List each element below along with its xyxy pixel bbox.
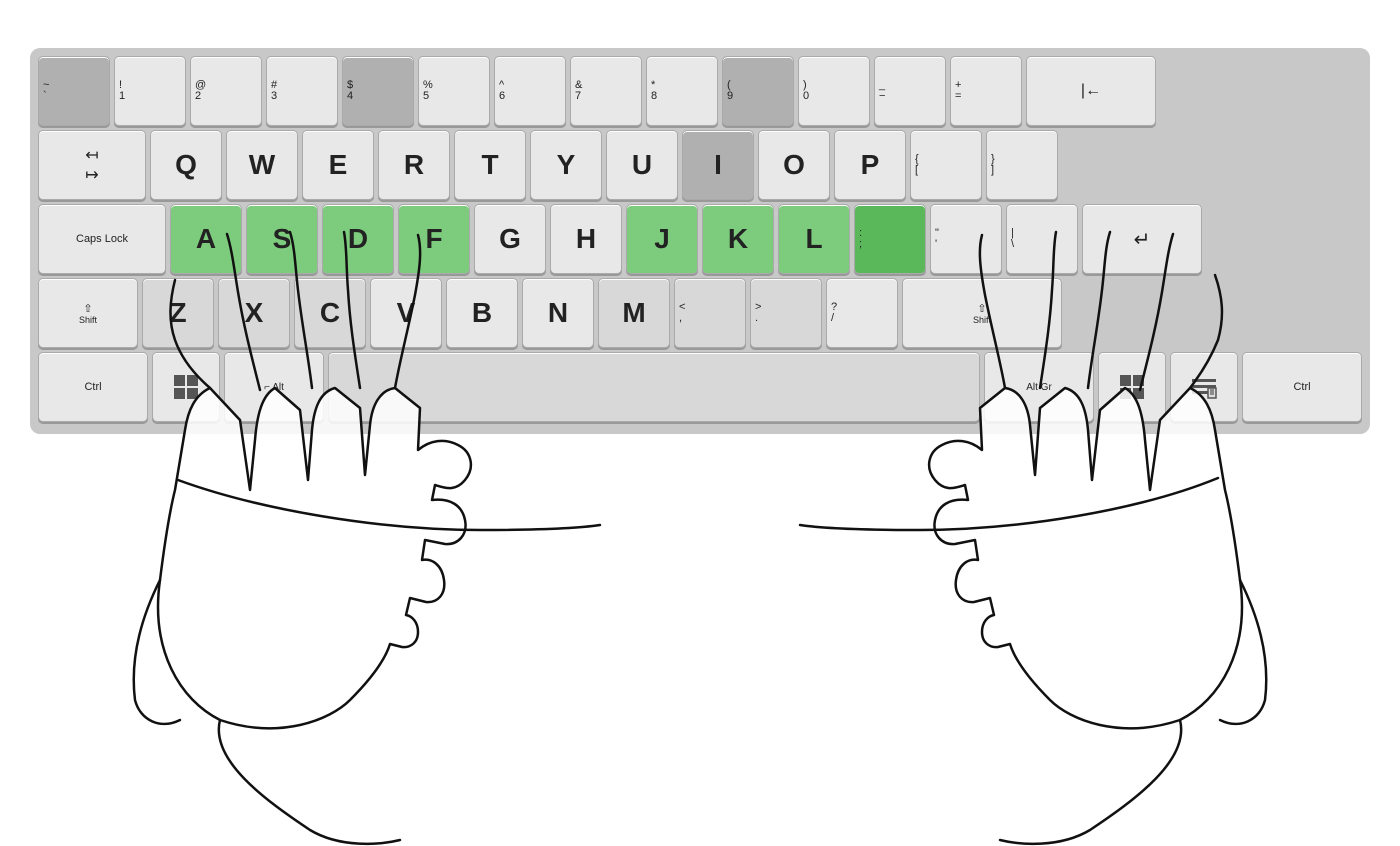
key-e[interactable]: E	[302, 130, 374, 200]
key-lbracket[interactable]: {[	[910, 130, 982, 200]
key-g[interactable]: G	[474, 204, 546, 274]
key-f[interactable]: F	[398, 204, 470, 274]
key-backslash[interactable]: |\	[1006, 204, 1078, 274]
ctrl-row: Ctrl ⌐ Alt Alt Gr	[38, 352, 1362, 422]
key-8[interactable]: *8	[646, 56, 718, 126]
asdf-row: Caps Lock A S D F G H J K L :; "' |\ ↵	[38, 204, 1362, 274]
key-shift-right[interactable]: ⇧Shift	[902, 278, 1062, 348]
key-p[interactable]: P	[834, 130, 906, 200]
key-period[interactable]: >.	[750, 278, 822, 348]
menu-icon	[1190, 373, 1218, 401]
key-t[interactable]: T	[454, 130, 526, 200]
key-semicolon[interactable]: :;	[854, 204, 926, 274]
key-a[interactable]: A	[170, 204, 242, 274]
key-ctrl-right[interactable]: Ctrl	[1242, 352, 1362, 422]
key-comma[interactable]: <,	[674, 278, 746, 348]
key-o[interactable]: O	[758, 130, 830, 200]
key-w[interactable]: W	[226, 130, 298, 200]
key-equal[interactable]: +=	[950, 56, 1022, 126]
windows-icon	[172, 373, 200, 401]
key-capslock[interactable]: Caps Lock	[38, 204, 166, 274]
key-minus[interactable]: _−	[874, 56, 946, 126]
key-1[interactable]: !1	[114, 56, 186, 126]
key-rbracket[interactable]: }]	[986, 130, 1058, 200]
key-m[interactable]: M	[598, 278, 670, 348]
page-container: ~` !1 @2 #3 $4 %5 ^6 &7 *8 (9 )0 _− += |…	[0, 0, 1400, 846]
key-shift-left[interactable]: ⇧Shift	[38, 278, 138, 348]
key-3[interactable]: #3	[266, 56, 338, 126]
key-6[interactable]: ^6	[494, 56, 566, 126]
key-win-right[interactable]	[1098, 352, 1166, 422]
key-n[interactable]: N	[522, 278, 594, 348]
key-win-left[interactable]	[152, 352, 220, 422]
key-u[interactable]: U	[606, 130, 678, 200]
key-alt[interactable]: ⌐ Alt	[224, 352, 324, 422]
key-altgr[interactable]: Alt Gr	[984, 352, 1094, 422]
key-c[interactable]: C	[294, 278, 366, 348]
number-row: ~` !1 @2 #3 $4 %5 ^6 &7 *8 (9 )0 _− += |…	[38, 56, 1362, 126]
key-enter[interactable]: ↵	[1082, 204, 1202, 274]
key-k[interactable]: K	[702, 204, 774, 274]
key-tilde[interactable]: ~`	[38, 56, 110, 126]
windows-icon-right	[1118, 373, 1146, 401]
key-tab[interactable]: ↤↦	[38, 130, 146, 200]
key-menu[interactable]	[1170, 352, 1238, 422]
key-z[interactable]: Z	[142, 278, 214, 348]
key-slash[interactable]: ?/	[826, 278, 898, 348]
key-h[interactable]: H	[550, 204, 622, 274]
key-i[interactable]: I	[682, 130, 754, 200]
key-backspace[interactable]: |←	[1026, 56, 1156, 126]
key-9[interactable]: (9	[722, 56, 794, 126]
key-y[interactable]: Y	[530, 130, 602, 200]
key-quote[interactable]: "'	[930, 204, 1002, 274]
key-2[interactable]: @2	[190, 56, 262, 126]
key-0[interactable]: )0	[798, 56, 870, 126]
key-j[interactable]: J	[626, 204, 698, 274]
key-s[interactable]: S	[246, 204, 318, 274]
zxcv-row: ⇧Shift Z X C V B N M <, >. ?/ ⇧Shift	[38, 278, 1362, 348]
key-x[interactable]: X	[218, 278, 290, 348]
key-5[interactable]: %5	[418, 56, 490, 126]
key-l[interactable]: L	[778, 204, 850, 274]
key-space[interactable]	[328, 352, 980, 422]
key-ctrl-left[interactable]: Ctrl	[38, 352, 148, 422]
key-b[interactable]: B	[446, 278, 518, 348]
key-q[interactable]: Q	[150, 130, 222, 200]
keyboard: ~` !1 @2 #3 $4 %5 ^6 &7 *8 (9 )0 _− += |…	[30, 48, 1370, 434]
key-7[interactable]: &7	[570, 56, 642, 126]
qwerty-row: ↤↦ Q W E R T Y U I O P {[ }]	[38, 130, 1362, 200]
key-v[interactable]: V	[370, 278, 442, 348]
key-d[interactable]: D	[322, 204, 394, 274]
key-4[interactable]: $4	[342, 56, 414, 126]
key-r[interactable]: R	[378, 130, 450, 200]
